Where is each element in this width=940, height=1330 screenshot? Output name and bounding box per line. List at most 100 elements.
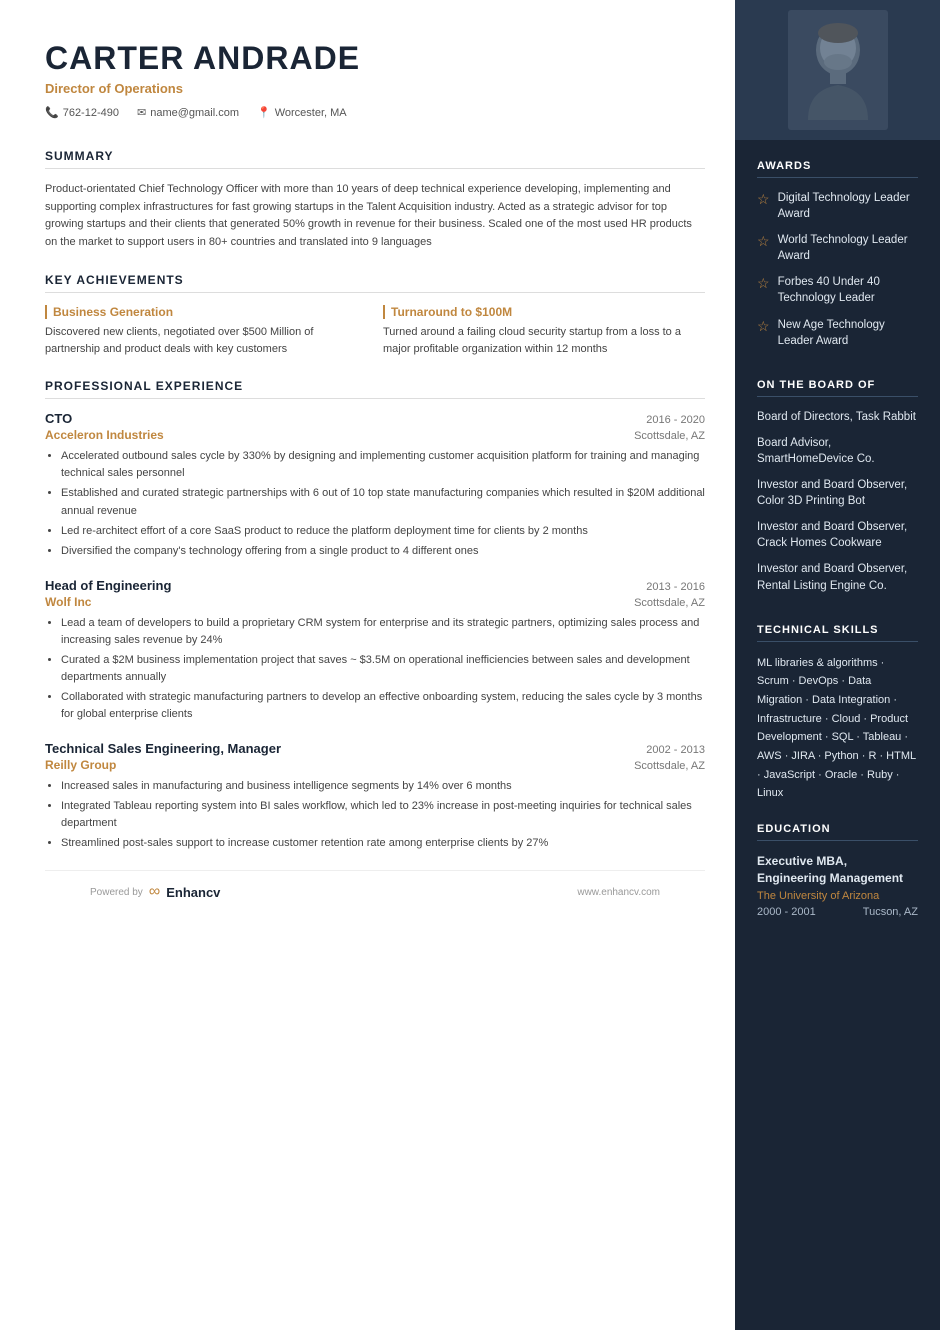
job-bullets-2: Increased sales in manufacturing and bus…: [45, 778, 705, 852]
job-company-0: Acceleron Industries: [45, 428, 164, 442]
edu-dates-row: 2000 - 2001 Tucson, AZ: [757, 906, 918, 918]
email-field: ✉ name@gmail.com: [137, 106, 239, 119]
achievement-title-1: Turnaround to $100M: [383, 305, 705, 319]
award-star-2: ☆: [757, 275, 770, 292]
job-entry-0: CTO 2016 - 2020 Acceleron Industries Sco…: [45, 411, 705, 559]
bullet-2-2: Streamlined post-sales support to increa…: [61, 835, 705, 852]
award-star-1: ☆: [757, 233, 770, 250]
bullet-1-1: Curated a $2M business implementation pr…: [61, 652, 705, 686]
phone-icon: 📞: [45, 106, 59, 119]
powered-by-label: Powered by: [90, 887, 143, 898]
skills-title: TECHNICAL SKILLS: [757, 624, 918, 642]
brand-name: Enhancv: [166, 885, 220, 900]
education-title: EDUCATION: [757, 823, 918, 841]
education-section: EDUCATION Executive MBA, Engineering Man…: [735, 803, 940, 918]
job-role-0: CTO: [45, 411, 72, 426]
job-bullets-1: Lead a team of developers to build a pro…: [45, 615, 705, 723]
bullet-1-0: Lead a team of developers to build a pro…: [61, 615, 705, 649]
right-column: AWARDS ☆ Digital Technology Leader Award…: [735, 0, 940, 1330]
board-item-2: Investor and Board Observer, Color 3D Pr…: [757, 477, 918, 509]
summary-text: Product-orientated Chief Technology Offi…: [45, 181, 705, 251]
achievements-grid: Business Generation Discovered new clien…: [45, 305, 705, 357]
award-item-2: ☆ Forbes 40 Under 40 Technology Leader: [757, 274, 918, 306]
job-company-row-2: Reilly Group Scottsdale, AZ: [45, 758, 705, 772]
job-company-row-0: Acceleron Industries Scottsdale, AZ: [45, 428, 705, 442]
award-item-3: ☆ New Age Technology Leader Award: [757, 317, 918, 349]
job-entry-2: Technical Sales Engineering, Manager 200…: [45, 741, 705, 852]
achievement-title-0: Business Generation: [45, 305, 367, 319]
edu-degree: Executive MBA, Engineering Management: [757, 853, 918, 887]
footer: Powered by ∞ Enhancv www.enhancv.com: [45, 870, 705, 913]
footer-website: www.enhancv.com: [577, 887, 660, 898]
experience-title: PROFESSIONAL EXPERIENCE: [45, 379, 705, 399]
award-text-0: Digital Technology Leader Award: [778, 190, 918, 222]
job-location-2: Scottsdale, AZ: [634, 760, 705, 772]
edu-dates: 2000 - 2001: [757, 906, 816, 918]
job-dates-2: 2002 - 2013: [646, 744, 705, 756]
job-dates-1: 2013 - 2016: [646, 581, 705, 593]
award-item-0: ☆ Digital Technology Leader Award: [757, 190, 918, 222]
experience-section: PROFESSIONAL EXPERIENCE CTO 2016 - 2020 …: [45, 379, 705, 852]
job-location-1: Scottsdale, AZ: [634, 597, 705, 609]
job-company-1: Wolf Inc: [45, 595, 91, 609]
job-entry-1: Head of Engineering 2013 - 2016 Wolf Inc…: [45, 578, 705, 723]
edu-location: Tucson, AZ: [863, 906, 918, 918]
board-item-1: Board Advisor, SmartHomeDevice Co.: [757, 435, 918, 467]
header: CARTER ANDRADE Director of Operations 📞 …: [45, 40, 705, 119]
enhancv-logo-icon: ∞: [149, 883, 160, 901]
achievements-section: KEY ACHIEVEMENTS Business Generation Dis…: [45, 273, 705, 357]
job-role-2: Technical Sales Engineering, Manager: [45, 741, 281, 756]
board-item-4: Investor and Board Observer, Rental List…: [757, 561, 918, 593]
job-bullets-0: Accelerated outbound sales cycle by 330%…: [45, 448, 705, 559]
achievements-title: KEY ACHIEVEMENTS: [45, 273, 705, 293]
award-text-2: Forbes 40 Under 40 Technology Leader: [778, 274, 918, 306]
bullet-2-1: Integrated Tableau reporting system into…: [61, 798, 705, 832]
bullet-2-0: Increased sales in manufacturing and bus…: [61, 778, 705, 795]
bullet-0-3: Diversified the company's technology off…: [61, 543, 705, 560]
job-header-1: Head of Engineering 2013 - 2016: [45, 578, 705, 593]
photo-container: [735, 0, 940, 140]
location-icon: 📍: [257, 106, 271, 119]
job-location-0: Scottsdale, AZ: [634, 430, 705, 442]
awards-title: AWARDS: [757, 160, 918, 178]
skills-text: ML libraries & algorithms · Scrum · DevO…: [757, 654, 918, 804]
bullet-0-1: Established and curated strategic partne…: [61, 485, 705, 519]
job-dates-0: 2016 - 2020: [646, 414, 705, 426]
resume-wrapper: CARTER ANDRADE Director of Operations 📞 …: [0, 0, 940, 1330]
summary-section: SUMMARY Product-orientated Chief Technol…: [45, 149, 705, 251]
award-item-1: ☆ World Technology Leader Award: [757, 232, 918, 264]
profile-photo-svg: [798, 20, 878, 120]
board-section: ON THE BOARD OF Board of Directors, Task…: [735, 359, 940, 604]
footer-logo: Powered by ∞ Enhancv: [90, 883, 220, 901]
summary-title: SUMMARY: [45, 149, 705, 169]
bullet-0-2: Led re-architect effort of a core SaaS p…: [61, 523, 705, 540]
award-text-3: New Age Technology Leader Award: [778, 317, 918, 349]
bullet-1-2: Collaborated with strategic manufacturin…: [61, 689, 705, 723]
location-field: 📍 Worcester, MA: [257, 106, 347, 119]
contact-info: 📞 762-12-490 ✉ name@gmail.com 📍 Worceste…: [45, 106, 705, 119]
award-text-1: World Technology Leader Award: [778, 232, 918, 264]
phone-field: 📞 762-12-490: [45, 106, 119, 119]
edu-school: The University of Arizona: [757, 890, 918, 902]
left-column: CARTER ANDRADE Director of Operations 📞 …: [0, 0, 735, 1330]
achievement-text-0: Discovered new clients, negotiated over …: [45, 324, 367, 357]
candidate-name: CARTER ANDRADE: [45, 40, 705, 77]
job-header-2: Technical Sales Engineering, Manager 200…: [45, 741, 705, 756]
achievement-item-1: Turnaround to $100M Turned around a fail…: [383, 305, 705, 357]
profile-photo: [788, 10, 888, 130]
achievement-item-0: Business Generation Discovered new clien…: [45, 305, 367, 357]
award-star-3: ☆: [757, 318, 770, 335]
email-icon: ✉: [137, 106, 146, 119]
achievement-text-1: Turned around a failing cloud security s…: [383, 324, 705, 357]
job-role-1: Head of Engineering: [45, 578, 171, 593]
awards-section: AWARDS ☆ Digital Technology Leader Award…: [735, 140, 940, 359]
board-title: ON THE BOARD OF: [757, 379, 918, 397]
job-company-2: Reilly Group: [45, 758, 116, 772]
job-company-row-1: Wolf Inc Scottsdale, AZ: [45, 595, 705, 609]
award-star-0: ☆: [757, 191, 770, 208]
candidate-title: Director of Operations: [45, 81, 705, 96]
board-item-0: Board of Directors, Task Rabbit: [757, 409, 918, 425]
bullet-0-0: Accelerated outbound sales cycle by 330%…: [61, 448, 705, 482]
skills-section: TECHNICAL SKILLS ML libraries & algorith…: [735, 604, 940, 804]
job-header-0: CTO 2016 - 2020: [45, 411, 705, 426]
